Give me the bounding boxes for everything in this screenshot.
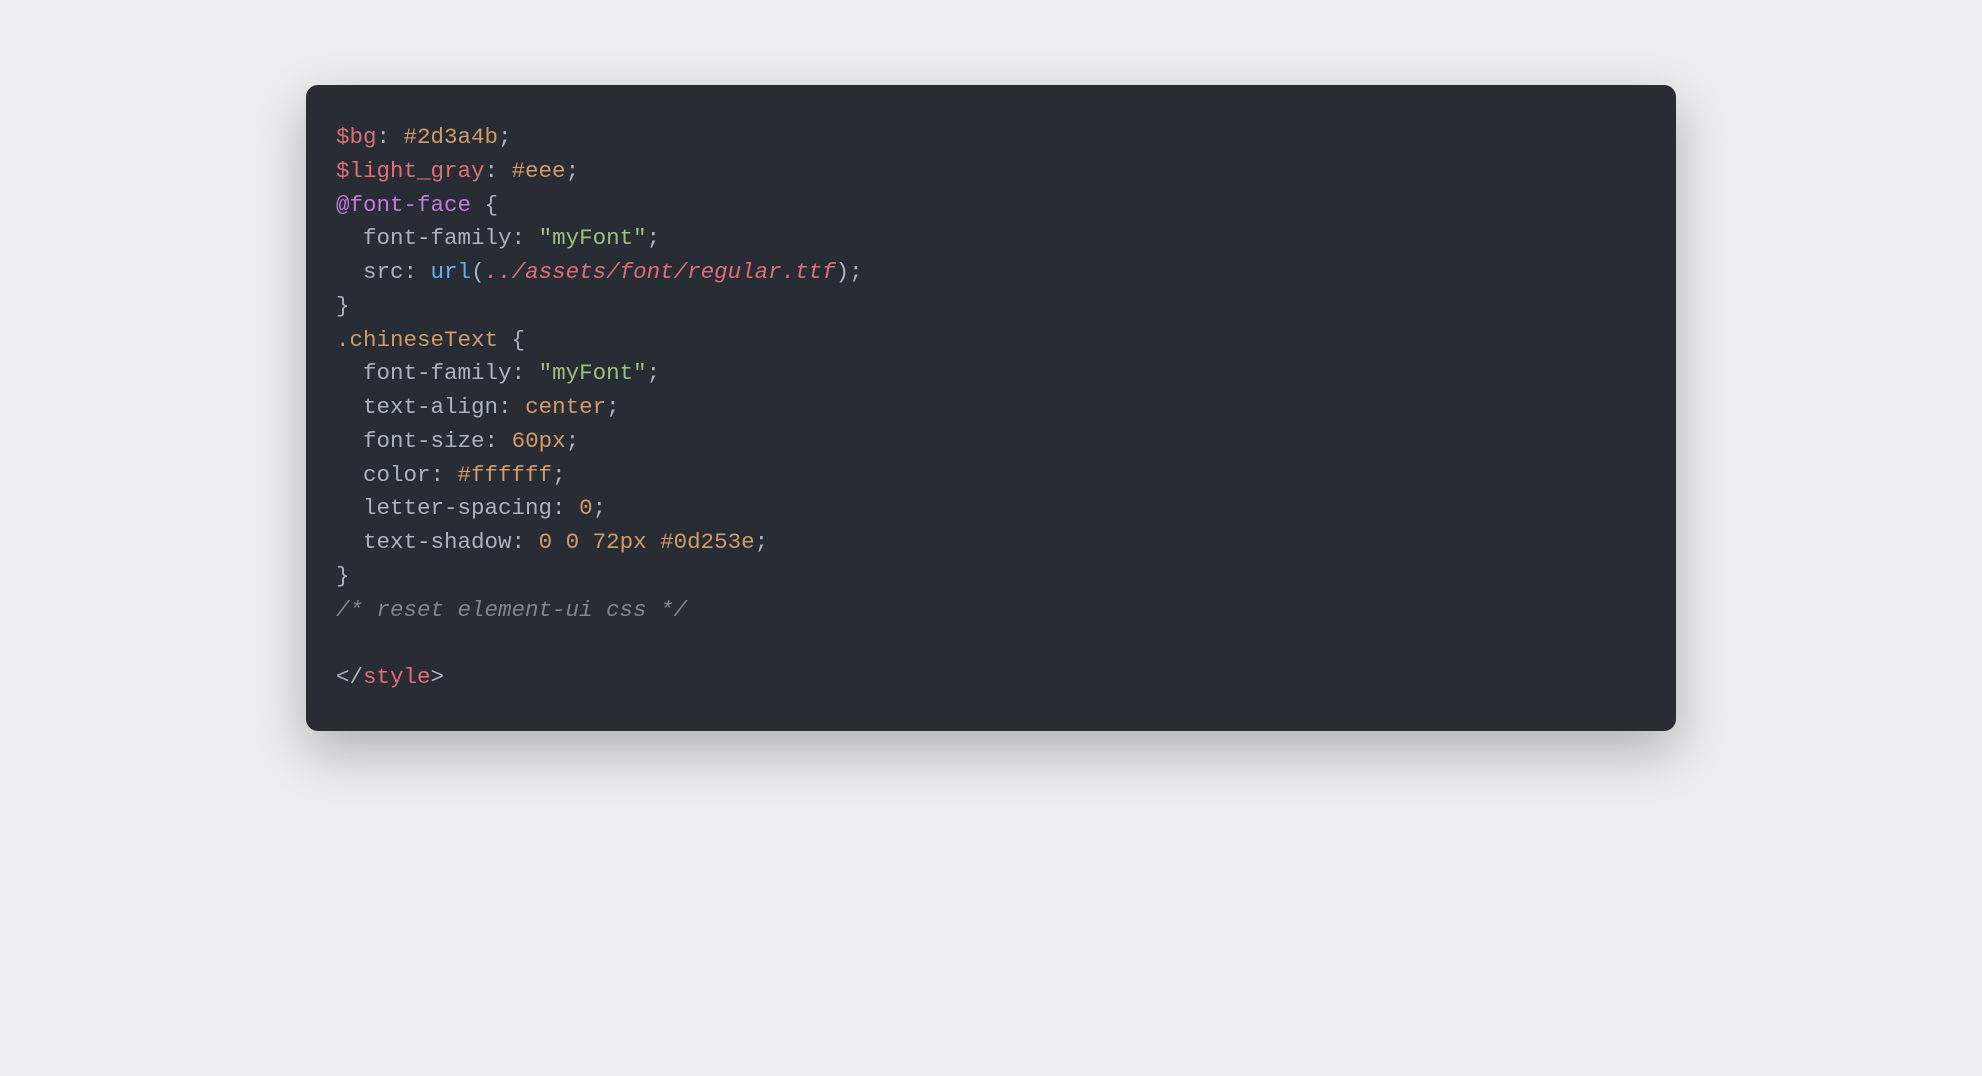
hex-value: #ffffff [458,462,553,488]
code-line: @font-face { [336,189,1646,223]
variable: $light_gray [336,158,485,184]
code-line: $bg: #2d3a4b; [336,121,1646,155]
property: font-family [363,360,512,386]
code-line: } [336,290,1646,324]
hex-value: #2d3a4b [404,124,499,150]
hex-value: #eee [512,158,566,184]
code-line: .chineseText { [336,324,1646,358]
property: text-shadow [363,529,512,555]
property: src [363,259,404,285]
code-line: src: url(../assets/font/regular.ttf); [336,256,1646,290]
code-line: $light_gray: #eee; [336,155,1646,189]
value: 0 [579,495,593,521]
property: font-size [363,428,485,454]
code-block: $bg: #2d3a4b; $light_gray: #eee; @font-f… [306,85,1676,731]
value: center [525,394,606,420]
code-line: color: #ffffff; [336,459,1646,493]
url-argument: ../assets/font/regular.ttf [485,259,836,285]
string-value: "myFont" [539,360,647,386]
function: url [431,259,472,285]
at-rule: @font-face [336,192,471,218]
property: text-align [363,394,498,420]
value: 60px [512,428,566,454]
code-line: text-shadow: 0 0 72px #0d253e; [336,526,1646,560]
code-line: font-family: "myFont"; [336,357,1646,391]
code-line: /* reset element-ui css */ [336,594,1646,628]
selector: .chineseText [336,327,498,353]
code-line: text-align: center; [336,391,1646,425]
code-line: } [336,560,1646,594]
tag-name: style [363,664,431,690]
code-line: font-family: "myFont"; [336,222,1646,256]
code-line: font-size: 60px; [336,425,1646,459]
code-line: letter-spacing: 0; [336,492,1646,526]
property: color [363,462,431,488]
property: letter-spacing [363,495,552,521]
property: font-family [363,225,512,251]
code-line: </style> [336,661,1646,695]
code-line [336,627,1646,661]
comment: /* reset element-ui css */ [336,597,687,623]
variable: $bg [336,124,377,150]
string-value: "myFont" [539,225,647,251]
